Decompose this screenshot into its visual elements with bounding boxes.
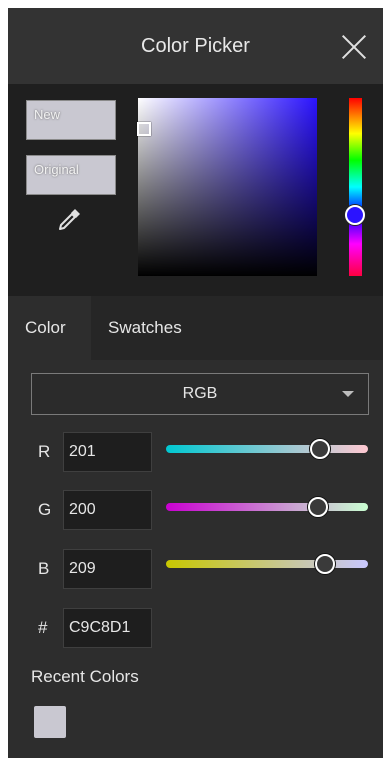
original-color-swatch[interactable]: Original: [26, 155, 116, 195]
original-color-label: Original: [34, 162, 79, 177]
new-color-label: New: [34, 107, 61, 122]
close-icon[interactable]: [341, 34, 367, 60]
color-picker-panel: Color Picker New Original Color Swatches…: [8, 8, 383, 758]
picker-area: New Original: [8, 84, 383, 296]
green-slider-thumb[interactable]: [308, 497, 328, 517]
tab-swatches[interactable]: Swatches: [91, 296, 211, 360]
chevron-down-icon: [342, 391, 354, 397]
window-title: Color Picker: [141, 35, 250, 57]
blue-value-input[interactable]: 209: [63, 549, 152, 589]
saturation-value-cursor[interactable]: [137, 122, 151, 136]
tab-bar: Color Swatches: [8, 296, 383, 360]
hue-slider[interactable]: [349, 98, 362, 276]
hex-label: #: [38, 618, 48, 637]
blue-channel-label: B: [38, 559, 50, 578]
color-mode-dropdown[interactable]: RGB: [31, 373, 369, 415]
green-slider[interactable]: [166, 503, 368, 511]
hue-slider-thumb[interactable]: [345, 205, 365, 225]
recent-colors-title: Recent Colors: [31, 667, 139, 686]
red-value-input[interactable]: 201: [63, 432, 152, 472]
color-mode-value: RGB: [182, 385, 218, 402]
green-value-input[interactable]: 200: [63, 490, 152, 530]
green-channel-label: G: [38, 500, 52, 519]
red-slider-thumb[interactable]: [310, 439, 330, 459]
blue-slider-thumb[interactable]: [315, 554, 335, 574]
red-slider[interactable]: [166, 445, 368, 453]
title-bar: Color Picker: [8, 8, 383, 84]
new-color-swatch[interactable]: New: [26, 100, 116, 140]
hex-value-input[interactable]: C9C8D1: [63, 608, 152, 648]
tab-color[interactable]: Color: [8, 296, 91, 360]
eyedropper-icon[interactable]: [55, 204, 85, 234]
blue-slider[interactable]: [166, 560, 368, 568]
red-channel-label: R: [38, 442, 51, 461]
saturation-value-field[interactable]: [137, 98, 317, 276]
recent-color-swatch[interactable]: [34, 706, 66, 738]
